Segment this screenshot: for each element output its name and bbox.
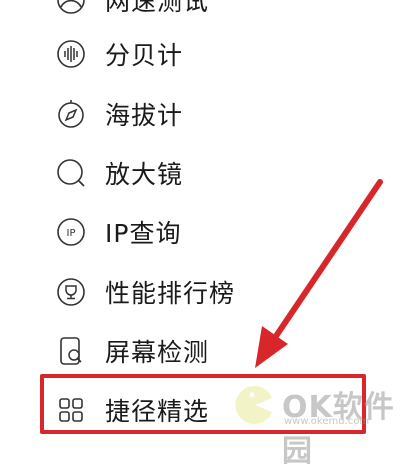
menu-item-label: 捷径精选 (105, 397, 210, 426)
menu-item-performance-ranking[interactable]: 性能排行榜 (56, 272, 235, 312)
speed-test-icon (56, 0, 86, 15)
menu-item-label: 分贝计 (105, 41, 184, 70)
menu-item-altimeter[interactable]: 海拔计 (56, 94, 183, 134)
menu-item-label: IP查询 (105, 219, 182, 248)
menu-item-shortcuts[interactable]: 捷径精选 (56, 390, 209, 430)
menu-item-label: 海拔计 (105, 101, 184, 130)
magnifier-icon (56, 158, 86, 188)
menu-item-label: 放大镜 (105, 160, 184, 189)
menu-item-speed-test[interactable]: 网速测试 (56, 0, 209, 20)
screen-test-icon (56, 336, 86, 366)
svg-text:IP: IP (67, 228, 76, 239)
decibel-meter-icon (56, 39, 86, 69)
ip-icon: IP (56, 217, 86, 247)
menu-item-decibel-meter[interactable]: 分贝计 (56, 34, 183, 74)
menu-item-ip-lookup[interactable]: IP IP查询 (56, 212, 181, 252)
menu-item-label: 性能排行榜 (105, 279, 236, 308)
menu-item-label: 网速测试 (105, 0, 210, 16)
tools-menu: 网速测试 分贝计 海拔计 放大镜 IP IP查询 性能排行榜 屏幕检测 捷径精选 (0, 0, 416, 437)
trophy-icon (56, 277, 86, 307)
menu-item-magnifier[interactable]: 放大镜 (56, 153, 183, 193)
menu-item-label: 屏幕检测 (105, 338, 210, 367)
grid-icon (56, 395, 86, 425)
menu-item-screen-test[interactable]: 屏幕检测 (56, 331, 209, 371)
compass-icon (56, 99, 86, 129)
